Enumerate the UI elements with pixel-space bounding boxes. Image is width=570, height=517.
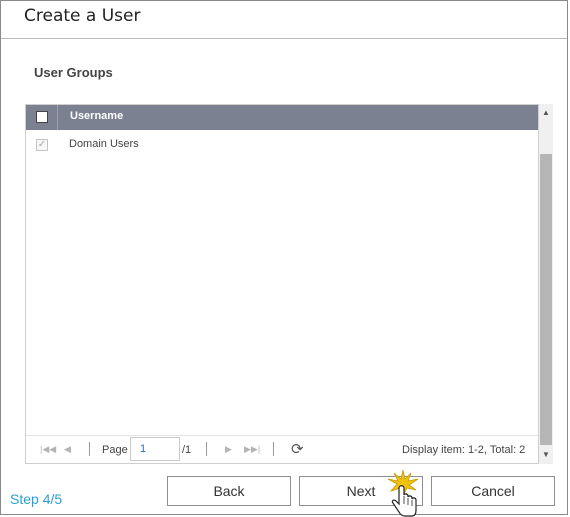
page-number-input[interactable] xyxy=(130,437,180,461)
user-groups-table: Username ✓ Domain Users xyxy=(25,104,539,464)
dialog-title: Create a User xyxy=(24,6,141,26)
divider xyxy=(89,442,90,456)
table-row[interactable]: ✓ Domain Users xyxy=(26,135,538,157)
scroll-thumb[interactable] xyxy=(540,154,552,445)
scroll-down-icon[interactable]: ▼ xyxy=(539,448,553,462)
step-indicator: Step 4/5 xyxy=(10,491,63,507)
prev-page-icon[interactable]: ◀ xyxy=(64,444,71,455)
next-page-icon[interactable]: ▶ xyxy=(225,444,232,455)
title-bar: Create a User xyxy=(1,1,567,39)
pagination-bar: |◀◀ ◀ Page /1 ▶ ▶▶| ⟳ Display item: 1-2,… xyxy=(26,435,538,463)
row-checkbox[interactable]: ✓ xyxy=(36,139,48,151)
scroll-up-icon[interactable]: ▲ xyxy=(539,106,553,120)
username-column-header[interactable]: Username xyxy=(70,110,123,122)
back-button[interactable]: Back xyxy=(167,476,291,506)
vertical-scrollbar[interactable]: ▲ ▼ xyxy=(539,104,553,464)
last-page-icon[interactable]: ▶▶| xyxy=(244,444,260,455)
group-name: Domain Users xyxy=(69,138,139,150)
page-total: /1 xyxy=(182,444,192,456)
create-user-dialog: Create a User User Groups Username ✓ Dom… xyxy=(0,0,568,515)
select-all-cell xyxy=(26,105,58,130)
divider xyxy=(273,442,274,456)
table-header: Username xyxy=(26,105,538,130)
section-label: User Groups xyxy=(34,65,113,80)
divider xyxy=(206,442,207,456)
page-label: Page xyxy=(102,444,128,456)
cancel-button[interactable]: Cancel xyxy=(431,476,555,506)
refresh-icon[interactable]: ⟳ xyxy=(291,440,304,458)
select-all-checkbox[interactable] xyxy=(36,111,48,123)
hand-cursor-icon xyxy=(387,470,419,517)
display-item-count: Display item: 1-2, Total: 2 xyxy=(402,444,526,456)
first-page-icon[interactable]: |◀◀ xyxy=(40,444,56,455)
